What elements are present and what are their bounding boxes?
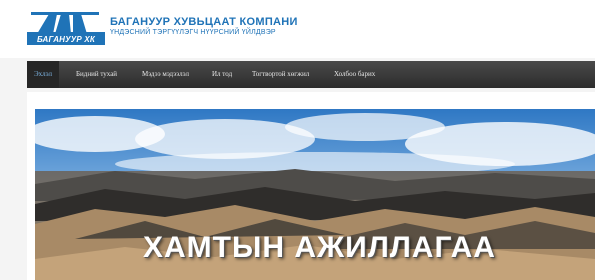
hero-banner[interactable]: ХАМТЫН АЖИЛЛАГАА <box>35 109 595 280</box>
nav-item-about[interactable]: Бидний тухай <box>69 61 124 88</box>
logo-caption: БАГАНУУР ХК <box>27 34 105 45</box>
main-content: ХАМТЫН АЖИЛЛАГАА <box>27 92 595 280</box>
main-navigation: Эхлэл Бидний тухай Мэдээ мэдээлэл Ил тод… <box>27 61 595 88</box>
nav-item-contact[interactable]: Холбоо барих <box>327 61 382 88</box>
nav-item-home[interactable]: Эхлэл <box>27 61 59 88</box>
nav-item-news[interactable]: Мэдээ мэдээлэл <box>135 61 196 88</box>
site-header: БАГАНУУР ХК БАГАНУУР ХУВЬЦААТ КОМПАНИ ҮН… <box>0 0 595 58</box>
nav-item-transparency[interactable]: Ил тод <box>205 61 239 88</box>
company-name: БАГАНУУР ХУВЬЦААТ КОМПАНИ <box>110 16 298 28</box>
hero-headline: ХАМТЫН АЖИЛЛАГАА <box>143 231 496 264</box>
nav-item-sustainability[interactable]: Тогтвортой хөгжил <box>245 61 316 88</box>
company-logo[interactable]: БАГАНУУР ХК <box>27 10 105 46</box>
logo-mine-icon <box>27 12 105 36</box>
company-subtitle: ҮНДЭСНИЙ ТЭРГҮҮЛЭГЧ НҮҮРСНИЙ ҮЙЛДВЭР <box>110 29 276 36</box>
company-title-block: БАГАНУУР ХУВЬЦААТ КОМПАНИ ҮНДЭСНИЙ ТЭРГҮ… <box>110 16 298 37</box>
